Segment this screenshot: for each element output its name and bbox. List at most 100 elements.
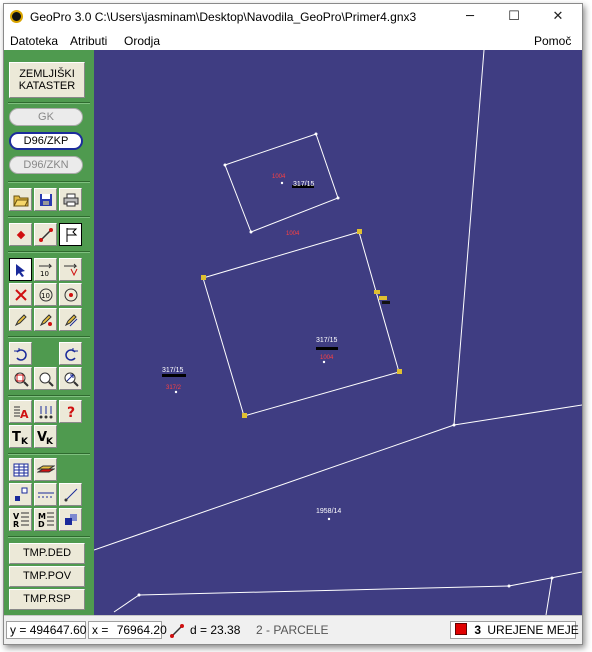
map-drawing[interactable]: 317/15 317/15 317/15 1958/14 1004 1004 1… bbox=[94, 50, 582, 615]
parcel-vertex bbox=[249, 230, 253, 234]
edit-tool-button[interactable] bbox=[9, 308, 32, 331]
window-title: GeoPro 3.0 C:\Users\jasminam\Desktop\Nav… bbox=[30, 10, 417, 24]
nodes-button[interactable] bbox=[9, 483, 32, 506]
y-coordinate-field: y = 494647.60 bbox=[6, 621, 86, 639]
app-window: GeoPro 3.0 C:\Users\jasminam\Desktop\Nav… bbox=[3, 3, 583, 645]
line-tool-button[interactable] bbox=[34, 223, 57, 246]
menu-datoteka[interactable]: Datoteka bbox=[10, 34, 58, 48]
zemljiski-kataster-button[interactable]: ZEMLJIŠKI KATASTER bbox=[9, 62, 85, 98]
tmp-rsp-button[interactable]: TMP.RSP bbox=[9, 589, 85, 610]
vr-button[interactable]: VR bbox=[9, 508, 32, 531]
select-tool-button[interactable] bbox=[9, 258, 32, 281]
toolbar-separator bbox=[8, 395, 90, 397]
delete-x-icon bbox=[14, 288, 27, 301]
point-numbers-button[interactable] bbox=[34, 400, 57, 423]
layer-status-field[interactable]: 3 UREJENE MEJE bbox=[450, 621, 579, 639]
parcel-number-label: 317/15 bbox=[162, 367, 184, 374]
tmp-pov-button[interactable]: TMP.POV bbox=[9, 566, 85, 587]
vertex-marker bbox=[242, 413, 247, 418]
point-tool-button[interactable] bbox=[9, 223, 32, 246]
x-coordinate-field: x = 76964.20 bbox=[88, 621, 167, 639]
tk-button[interactable]: TK bbox=[9, 425, 32, 448]
vk-letters-icon: VK bbox=[37, 430, 54, 445]
zoom-window-button[interactable] bbox=[9, 367, 32, 390]
diagonal-line-icon bbox=[64, 488, 77, 501]
toolbar-separator bbox=[8, 336, 90, 338]
boundary-line bbox=[508, 571, 582, 587]
close-button[interactable]: ✕ bbox=[536, 4, 580, 30]
overlay-button[interactable] bbox=[59, 508, 82, 531]
redo-view-button[interactable] bbox=[59, 342, 82, 365]
overlay-squares-icon bbox=[64, 513, 77, 525]
parcel-number-label: 1958/14 bbox=[316, 508, 341, 515]
boundary-line bbox=[453, 50, 485, 426]
app-logo-icon bbox=[10, 10, 23, 23]
red-building-label: 1004 bbox=[286, 231, 300, 237]
vertex-marker bbox=[379, 296, 387, 300]
menu-bar: Datoteka Atributi Orodja Pomoč bbox=[4, 30, 582, 50]
layers-button[interactable] bbox=[34, 458, 57, 481]
parcel-number-label: 317/15 bbox=[293, 181, 315, 188]
zoom-button[interactable] bbox=[34, 367, 57, 390]
menu-pomoc[interactable]: Pomoč bbox=[534, 34, 571, 48]
table-button[interactable] bbox=[9, 458, 32, 481]
boundary-point bbox=[137, 593, 141, 597]
vr-letters-icon: VR bbox=[13, 512, 29, 529]
parcel-vertex bbox=[314, 132, 318, 136]
menu-atributi[interactable]: Atributi bbox=[70, 34, 107, 48]
flag-tool-button[interactable] bbox=[59, 223, 82, 246]
zoom-extent-button[interactable] bbox=[59, 367, 82, 390]
measure-tool-button[interactable]: 10 bbox=[34, 258, 57, 281]
offset-tool-button[interactable] bbox=[59, 258, 82, 281]
svg-text:?: ? bbox=[67, 405, 75, 420]
menu-orodja[interactable]: Orodja bbox=[124, 34, 160, 48]
text-attribute-button[interactable]: A bbox=[9, 400, 32, 423]
edit-line-button[interactable] bbox=[59, 308, 82, 331]
print-button[interactable] bbox=[59, 188, 82, 211]
minimize-button[interactable]: ─ bbox=[448, 4, 492, 30]
md-letters-icon: MD bbox=[38, 512, 54, 529]
coord-gk-button[interactable]: GK bbox=[9, 108, 83, 126]
diagonal-line-button[interactable] bbox=[59, 483, 82, 506]
delete-tool-button[interactable] bbox=[9, 283, 32, 306]
tmp-ded-button[interactable]: TMP.DED bbox=[9, 543, 85, 564]
coord-d96-zkn-button[interactable]: D96/ZKN bbox=[9, 156, 83, 174]
vk-button[interactable]: VK bbox=[34, 425, 57, 448]
open-file-button[interactable] bbox=[9, 188, 32, 211]
maximize-button[interactable]: ☐ bbox=[492, 4, 536, 30]
offset-arrow-icon bbox=[63, 263, 77, 276]
title-bar: GeoPro 3.0 C:\Users\jasminam\Desktop\Nav… bbox=[4, 4, 582, 30]
kataster-label-line2: KATASTER bbox=[18, 80, 76, 92]
parcel-polygon-large[interactable] bbox=[202, 231, 400, 417]
distance-line-icon bbox=[170, 624, 184, 638]
rotate-point-button[interactable] bbox=[59, 283, 82, 306]
parcel-centroid-point bbox=[322, 360, 326, 364]
y-value: 494647.60 bbox=[29, 623, 87, 637]
tk-letters-icon: TK bbox=[12, 430, 29, 445]
undo-view-button[interactable] bbox=[9, 342, 32, 365]
parcel-centroid-point bbox=[174, 390, 178, 394]
label-bar bbox=[316, 347, 338, 350]
map-canvas[interactable]: 317/15 317/15 317/15 1958/14 1004 1004 1… bbox=[94, 50, 582, 615]
svg-text:T: T bbox=[12, 430, 21, 445]
label-bar bbox=[162, 374, 186, 377]
boundary-line bbox=[453, 404, 582, 426]
md-button[interactable]: MD bbox=[34, 508, 57, 531]
point-icon bbox=[16, 230, 25, 239]
svg-text:K: K bbox=[21, 437, 29, 445]
coord-d96-zkp-button[interactable]: D96/ZKP bbox=[9, 132, 83, 150]
text-lines-icon: A bbox=[13, 406, 29, 420]
save-file-button[interactable] bbox=[34, 188, 57, 211]
edit-point-button[interactable] bbox=[34, 308, 57, 331]
svg-text:D: D bbox=[38, 520, 45, 529]
point-numbers-icon bbox=[39, 405, 52, 418]
vertex-marker bbox=[201, 275, 206, 280]
rotate-measure-button[interactable]: 10 bbox=[34, 283, 57, 306]
dashed-line-button[interactable] bbox=[34, 483, 57, 506]
query-button[interactable]: ? bbox=[59, 400, 82, 423]
rotate-number-icon: 10 bbox=[39, 288, 52, 301]
vertex-marker bbox=[374, 290, 380, 294]
magnifier-icon bbox=[39, 372, 54, 387]
boundary-point bbox=[507, 584, 511, 588]
svg-text:10: 10 bbox=[40, 270, 49, 277]
